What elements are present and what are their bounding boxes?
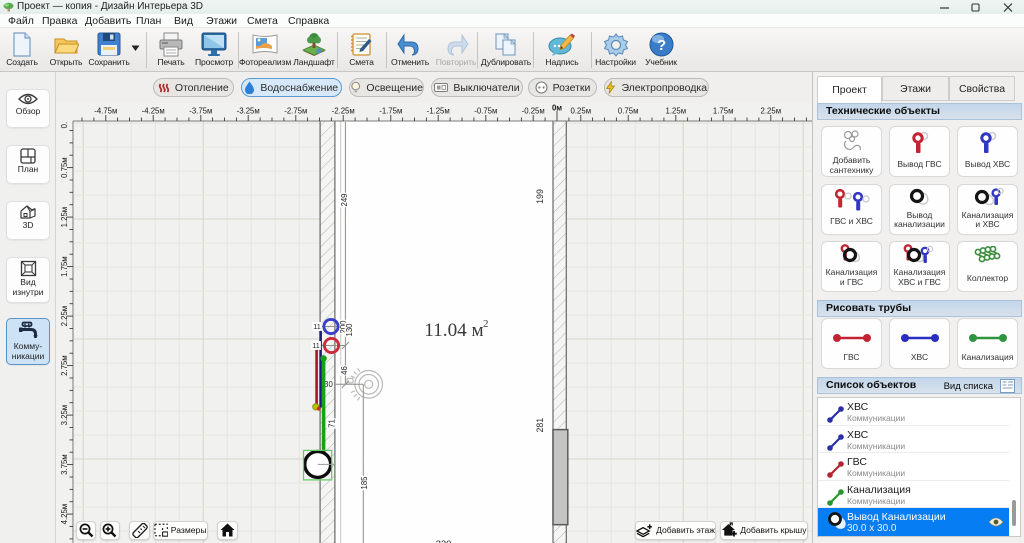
svg-text:4.25м: 4.25м xyxy=(60,504,69,525)
svg-text:2: 2 xyxy=(483,318,489,330)
svg-text:-0.25м: -0.25м xyxy=(522,107,545,116)
svg-text:281: 281 xyxy=(535,418,545,433)
svg-text:0.75м: 0.75м xyxy=(60,157,69,178)
svg-text:0.25м: 0.25м xyxy=(571,107,592,116)
svg-text:-4.75м: -4.75м xyxy=(94,107,117,116)
svg-text:3.75м: 3.75м xyxy=(60,454,69,475)
svg-text:3.25м: 3.25м xyxy=(60,405,69,426)
svg-text:1.25м: 1.25м xyxy=(666,107,687,116)
svg-text:-1.75м: -1.75м xyxy=(379,107,402,116)
svg-text:-4.25м: -4.25м xyxy=(142,107,165,116)
svg-text:1.25м: 1.25м xyxy=(60,207,69,228)
svg-text:11.04 м: 11.04 м xyxy=(424,320,483,341)
svg-text:0.75м: 0.75м xyxy=(618,107,639,116)
svg-text:30: 30 xyxy=(324,380,333,389)
svg-text:71: 71 xyxy=(328,419,337,428)
svg-text:185: 185 xyxy=(360,476,369,490)
svg-text:2.25м: 2.25м xyxy=(60,306,69,327)
svg-text:2.75м: 2.75м xyxy=(60,355,69,376)
svg-text:220: 220 xyxy=(436,539,452,543)
svg-text:-2.75м: -2.75м xyxy=(284,107,307,116)
svg-text:0м: 0м xyxy=(552,104,562,113)
svg-text:-1.25м: -1.25м xyxy=(427,107,450,116)
svg-text:2.25м: 2.25м xyxy=(761,107,782,116)
svg-text:11: 11 xyxy=(312,341,319,350)
svg-text:?: ? xyxy=(656,37,665,54)
svg-text:1.75м: 1.75м xyxy=(60,256,69,277)
svg-text:46: 46 xyxy=(340,366,349,375)
svg-text:-3.75м: -3.75м xyxy=(189,107,212,116)
svg-text:-3.25м: -3.25м xyxy=(237,107,260,116)
svg-text:-2.25м: -2.25м xyxy=(332,107,355,116)
svg-text:199: 199 xyxy=(535,189,545,204)
svg-text:130: 130 xyxy=(345,323,354,337)
svg-text:1.75м: 1.75м xyxy=(713,107,734,116)
svg-text:-0.75м: -0.75м xyxy=(474,107,497,116)
svg-text:249: 249 xyxy=(340,193,349,206)
svg-text:11: 11 xyxy=(313,322,320,331)
